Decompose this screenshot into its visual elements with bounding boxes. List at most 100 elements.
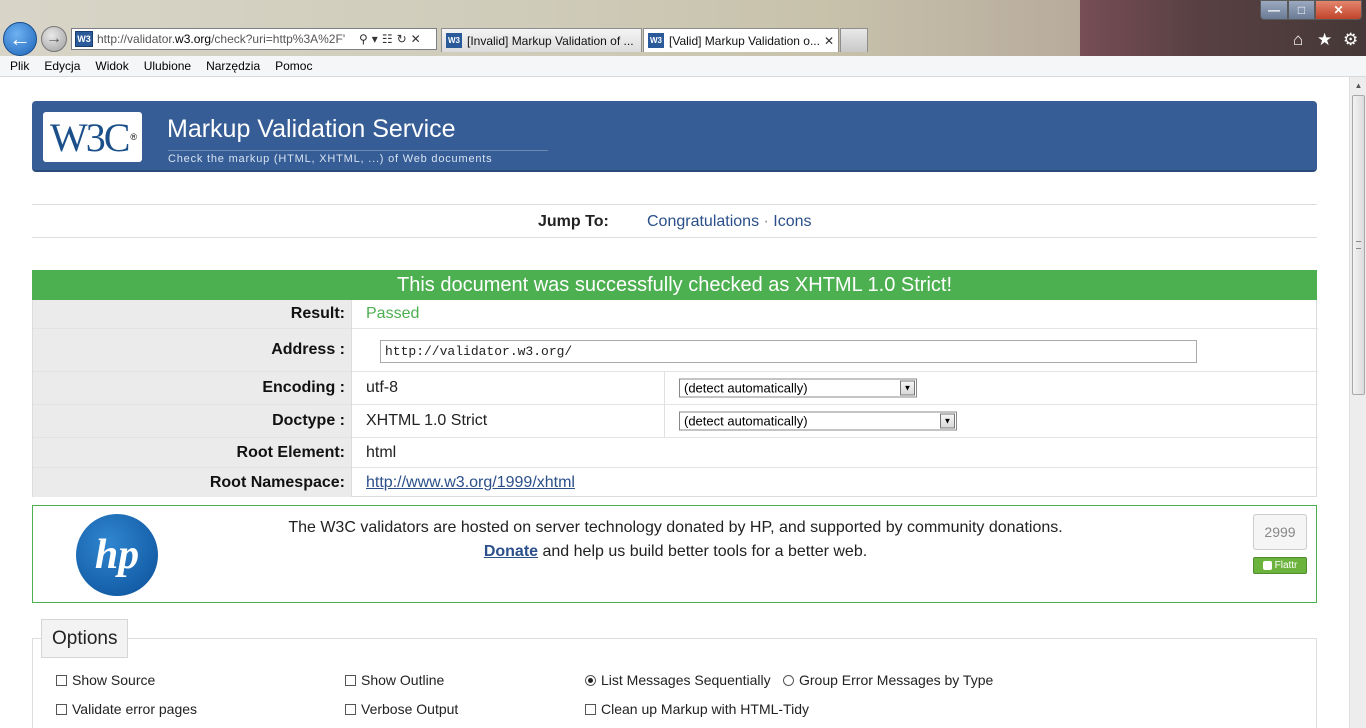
close-window-button[interactable]: ✕ bbox=[1315, 0, 1362, 20]
page-title: Markup Validation Service bbox=[167, 115, 456, 143]
jump-links: Congratulations · Icons bbox=[647, 213, 812, 231]
menu-item-edit[interactable]: Edycja bbox=[44, 59, 80, 73]
encoding-label: Encoding : bbox=[33, 372, 351, 404]
forward-arrow-icon: → bbox=[46, 30, 62, 47]
success-banner: This document was successfully checked a… bbox=[32, 270, 1317, 300]
column-divider bbox=[664, 405, 665, 437]
dropdown-icon[interactable]: ▾ bbox=[372, 32, 378, 46]
logo-text: W3C bbox=[49, 114, 130, 160]
w3c-favicon-icon: W3 bbox=[648, 33, 664, 48]
scroll-up-arrow-icon[interactable]: ▲ bbox=[1350, 77, 1366, 94]
clean-up-tidy-checkbox[interactable] bbox=[585, 703, 596, 715]
w3c-favicon-icon: W3 bbox=[75, 31, 93, 47]
validate-error-pages-label: Validate error pages bbox=[72, 701, 198, 717]
maximize-button[interactable]: □ bbox=[1288, 0, 1315, 20]
jump-link-congratulations[interactable]: Congratulations bbox=[647, 213, 759, 230]
chevron-down-icon: ▼ bbox=[900, 380, 915, 396]
validate-error-pages-option[interactable]: Validate error pages bbox=[56, 701, 197, 717]
jump-label: Jump To: bbox=[538, 213, 609, 230]
header-banner: W3C ® Markup Validation Service Check the… bbox=[32, 101, 1317, 172]
address-bar[interactable]: W3 http://validator.w3.org/check?uri=htt… bbox=[71, 28, 437, 50]
address-row: Address : bbox=[33, 329, 1318, 372]
validate-error-pages-checkbox[interactable] bbox=[56, 703, 67, 715]
options-legend[interactable]: Options bbox=[41, 619, 129, 658]
new-tab-button[interactable] bbox=[840, 28, 868, 52]
doctype-select[interactable]: (detect automatically) ▼ bbox=[679, 411, 957, 431]
browser-chrome: ← → W3 http://validator.w3.org/check?uri… bbox=[0, 0, 1366, 56]
menu-item-tools[interactable]: Narzędzia bbox=[206, 59, 260, 73]
results-table: Result: Passed Address : Encoding : utf-… bbox=[32, 300, 1318, 497]
flattr-button[interactable]: Flattr bbox=[1253, 557, 1307, 574]
root-element-value: html bbox=[366, 443, 397, 461]
encoding-select[interactable]: (detect automatically) ▼ bbox=[679, 378, 917, 398]
encoding-value: utf-8 bbox=[366, 379, 399, 396]
search-icon[interactable]: ⚲ bbox=[359, 32, 368, 46]
menu-bar: Plik Edycja Widok Ulubione Narzędzia Pom… bbox=[0, 56, 1366, 77]
menu-item-favorites[interactable]: Ulubione bbox=[144, 59, 191, 73]
menu-item-file[interactable]: Plik bbox=[10, 59, 29, 73]
refresh-icon[interactable]: ↻ bbox=[397, 32, 407, 46]
group-by-type-option[interactable]: Group Error Messages by Type bbox=[783, 672, 993, 688]
close-tab-icon[interactable]: ✕ bbox=[824, 34, 834, 48]
address-input[interactable] bbox=[380, 340, 1197, 363]
gear-icon[interactable]: ⚙ bbox=[1343, 30, 1358, 50]
group-by-type-label: Group Error Messages by Type bbox=[799, 672, 994, 688]
clean-up-tidy-label: Clean up Markup with HTML-Tidy bbox=[601, 701, 809, 717]
favorites-star-icon[interactable]: ★ bbox=[1317, 30, 1332, 50]
flattr-icon bbox=[1262, 561, 1272, 570]
sponsor-donate-text: Donate and help us build better tools fo… bbox=[33, 543, 1318, 561]
label-column-divider bbox=[351, 300, 352, 497]
tab-invalid-validation[interactable]: W3 [Invalid] Markup Validation of ... bbox=[441, 28, 642, 52]
doctype-row: Doctype : XHTML 1.0 Strict (detect autom… bbox=[33, 405, 1318, 438]
address-label: Address : bbox=[33, 329, 351, 371]
minimize-icon: — bbox=[1268, 3, 1280, 17]
show-outline-option[interactable]: Show Outline bbox=[345, 672, 444, 688]
menu-item-help[interactable]: Pomoc bbox=[275, 59, 312, 73]
address-url[interactable]: http://validator.w3.org/check?uri=http%3… bbox=[97, 32, 355, 46]
show-source-label: Show Source bbox=[72, 672, 156, 688]
menu-item-view[interactable]: Widok bbox=[95, 59, 128, 73]
scrollbar-thumb[interactable] bbox=[1352, 95, 1365, 395]
doctype-value: XHTML 1.0 Strict bbox=[366, 412, 488, 429]
w3c-logo[interactable]: W3C ® bbox=[43, 112, 142, 162]
group-by-type-radio[interactable] bbox=[783, 674, 794, 686]
registered-mark: ® bbox=[130, 132, 136, 142]
list-sequential-radio[interactable] bbox=[585, 674, 596, 686]
stop-icon[interactable]: ✕ bbox=[411, 32, 421, 46]
sponsor-text: The W3C validators are hosted on server … bbox=[288, 519, 1063, 536]
forward-button[interactable]: → bbox=[41, 26, 67, 52]
clean-up-tidy-option[interactable]: Clean up Markup with HTML-Tidy bbox=[585, 701, 809, 717]
donate-link[interactable]: Donate bbox=[484, 543, 538, 560]
root-element-label: Root Element: bbox=[33, 438, 351, 467]
list-sequential-option[interactable]: List Messages Sequentially bbox=[585, 672, 771, 688]
root-namespace-row: Root Namespace: http://www.w3.org/1999/x… bbox=[33, 468, 1318, 497]
column-divider bbox=[664, 372, 665, 404]
home-icon[interactable]: ⌂ bbox=[1293, 30, 1303, 50]
page-content: W3C ® Markup Validation Service Check the… bbox=[0, 77, 1349, 728]
jump-navigation: Jump To: Congratulations · Icons bbox=[32, 204, 1317, 238]
verbose-output-option[interactable]: Verbose Output bbox=[345, 701, 458, 717]
tab-label: [Invalid] Markup Validation of ... bbox=[467, 33, 634, 48]
flattr-count: 2999 bbox=[1253, 514, 1307, 550]
donate-suffix-text: and help us build better tools for a bet… bbox=[538, 543, 868, 560]
root-namespace-link[interactable]: http://www.w3.org/1999/xhtml bbox=[366, 468, 575, 497]
back-arrow-icon: ← bbox=[9, 26, 31, 51]
page-subtitle: Check the markup (HTML, XHTML, ...) of W… bbox=[168, 150, 548, 165]
tab-valid-validation[interactable]: W3 [Valid] Markup Validation o... ✕ bbox=[643, 28, 839, 52]
jump-link-icons[interactable]: Icons bbox=[773, 213, 811, 230]
verbose-output-checkbox[interactable] bbox=[345, 703, 356, 715]
minimize-button[interactable]: — bbox=[1260, 0, 1288, 20]
show-source-checkbox[interactable] bbox=[56, 674, 67, 686]
show-outline-label: Show Outline bbox=[361, 672, 445, 688]
doctype-select-value: (detect automatically) bbox=[684, 413, 808, 429]
w3c-favicon-icon: W3 bbox=[446, 33, 462, 48]
compatibility-icon[interactable]: ☷ bbox=[382, 32, 393, 46]
vertical-scrollbar[interactable]: ▲ bbox=[1349, 77, 1366, 728]
result-label: Result: bbox=[33, 300, 351, 328]
verbose-output-label: Verbose Output bbox=[361, 701, 459, 717]
result-value: Passed bbox=[366, 305, 420, 322]
back-button[interactable]: ← bbox=[3, 22, 37, 56]
encoding-row: Encoding : utf-8 (detect automatically) … bbox=[33, 372, 1318, 405]
show-outline-checkbox[interactable] bbox=[345, 674, 356, 686]
show-source-option[interactable]: Show Source bbox=[56, 672, 155, 688]
